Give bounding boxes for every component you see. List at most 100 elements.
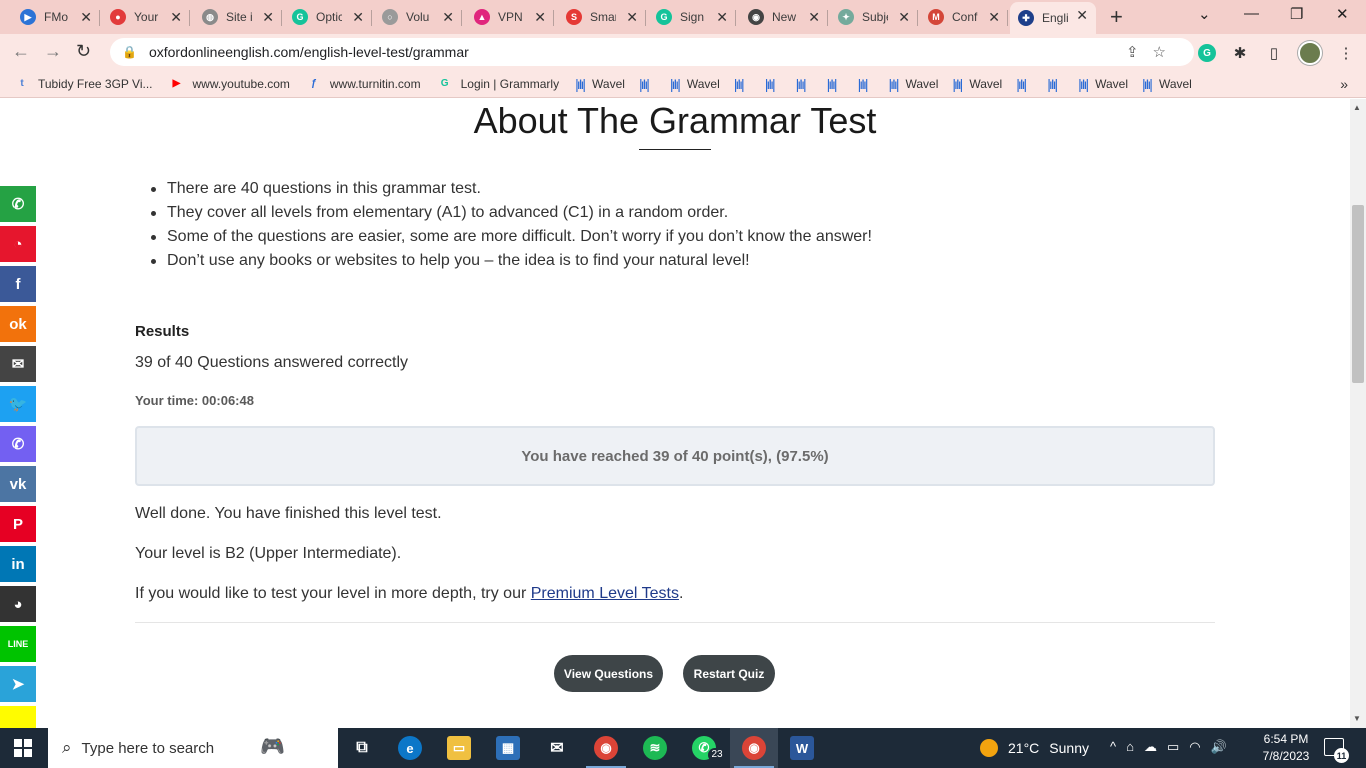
view-questions-button[interactable]: View Questions xyxy=(554,655,663,692)
close-tab-icon[interactable]: ✕ xyxy=(1076,7,1088,23)
spotify-icon[interactable]: ≋ xyxy=(643,736,667,760)
browser-tab[interactable]: ▶ FMo ✕ xyxy=(12,4,100,30)
close-tab-icon[interactable]: ✕ xyxy=(170,9,182,25)
edge-icon[interactable]: e xyxy=(398,736,422,760)
bookmark-wavel[interactable]: |ıIı| xyxy=(827,76,844,92)
close-tab-icon[interactable]: ✕ xyxy=(80,9,92,25)
snapchat-share-icon[interactable] xyxy=(0,706,36,728)
twitter-share-icon[interactable]: 🐦 xyxy=(0,386,36,422)
windows-start-icon[interactable] xyxy=(14,739,32,757)
telegram-share-icon[interactable]: ➤ xyxy=(0,666,36,702)
close-tab-icon[interactable]: ✕ xyxy=(262,9,274,25)
bookmark-wavel[interactable]: |ıIı| xyxy=(734,76,751,92)
bookmark-wavel[interactable]: |ıIı| Wavel xyxy=(1078,76,1128,92)
maximize-icon[interactable]: ❐ xyxy=(1290,5,1303,23)
bookmark-item[interactable]: t Tubidy Free 3GP Vi... xyxy=(14,76,152,92)
minimize-icon[interactable]: — xyxy=(1244,5,1259,22)
close-tab-icon[interactable]: ✕ xyxy=(898,9,910,25)
whatsapp-share-icon[interactable]: ✆ xyxy=(0,186,36,222)
line-share-icon[interactable]: LINE xyxy=(0,626,36,662)
new-tab-button[interactable]: + xyxy=(1110,6,1123,28)
weibo-share-icon[interactable]: ◔ xyxy=(0,226,36,262)
odnoklassniki-share-icon[interactable]: ok xyxy=(0,306,36,342)
menu-icon[interactable]: ⋮ xyxy=(1336,43,1356,63)
file-explorer-icon[interactable]: ▭ xyxy=(447,736,471,760)
viber-share-icon[interactable]: ✆ xyxy=(0,426,36,462)
profile-avatar[interactable] xyxy=(1298,41,1322,65)
facebook-share-icon[interactable]: f xyxy=(0,266,36,302)
windows-taskbar: ⌕ Type here to search 🎮 ⧉ e ▭ ▦ ✉ ◉ ≋ ✆ … xyxy=(0,728,1366,768)
side-panel-icon[interactable]: ▯ xyxy=(1264,43,1284,63)
browser-tab[interactable]: G Optic ✕ xyxy=(284,4,372,30)
bookmark-item[interactable]: ▶ www.youtube.com xyxy=(169,76,290,92)
bookmark-wavel[interactable]: |ıIı| xyxy=(765,76,782,92)
address-bar[interactable]: 🔒 oxfordonlineenglish.com/english-level-… xyxy=(110,38,1194,66)
browser-tab[interactable]: ● Your ✕ xyxy=(102,4,190,30)
weather-widget[interactable]: 21°C Sunny xyxy=(980,739,1089,757)
close-tab-icon[interactable]: ✕ xyxy=(534,9,546,25)
scrollbar-thumb[interactable] xyxy=(1352,205,1364,383)
close-tab-icon[interactable]: ✕ xyxy=(626,9,638,25)
scroll-down-icon[interactable]: ▼ xyxy=(1353,714,1361,723)
lock-icon[interactable]: 🔒 xyxy=(122,45,137,59)
pinterest-share-icon[interactable]: P xyxy=(0,506,36,542)
bookmark-wavel[interactable]: |ıIı| Wavel xyxy=(889,76,939,92)
browser-tab[interactable]: ▲ VPN ✕ xyxy=(466,4,554,30)
bookmark-wavel[interactable]: |ıIı| xyxy=(858,76,875,92)
close-tab-icon[interactable]: ✕ xyxy=(352,9,364,25)
browser-tab[interactable]: ✦ Subje ✕ xyxy=(830,4,918,30)
browser-tab[interactable]: ✚ Engli ✕ xyxy=(1010,2,1096,34)
browser-tab[interactable]: S Smar ✕ xyxy=(558,4,646,30)
word-icon[interactable]: W xyxy=(790,736,814,760)
tab-separator xyxy=(553,10,554,26)
system-tray-icons[interactable]: ^⌂☁▭◠🔊 xyxy=(1110,739,1237,755)
linkedin-share-icon[interactable]: in xyxy=(0,546,36,582)
wavel-icon: |ıIı| xyxy=(888,75,900,92)
system-clock[interactable]: 6:54 PM 7/8/2023 xyxy=(1256,731,1316,765)
close-tab-icon[interactable]: ✕ xyxy=(988,9,1000,25)
close-window-icon[interactable]: ✕ xyxy=(1336,5,1349,23)
email-share-icon[interactable]: ✉ xyxy=(0,346,36,382)
bookmark-wavel[interactable]: |ıIı| Wavel xyxy=(1142,76,1192,92)
browser-tab[interactable]: ○ Volu ✕ xyxy=(374,4,462,30)
reload-icon[interactable]: ↻ xyxy=(76,42,91,60)
tab-search-icon[interactable]: ⌄ xyxy=(1198,5,1211,23)
bookmark-item[interactable]: ƒ www.turnitin.com xyxy=(306,76,420,92)
task-view-icon[interactable]: ⧉ xyxy=(350,736,374,760)
taskbar-search-box[interactable]: ⌕ Type here to search 🎮 xyxy=(48,728,338,768)
vk-share-icon[interactable]: vk xyxy=(0,466,36,502)
reddit-share-icon[interactable]: ◕ xyxy=(0,586,36,622)
microsoft-store-icon[interactable]: ▦ xyxy=(496,736,520,760)
tab-separator xyxy=(189,10,190,26)
browser-tab[interactable]: ◍ Site i ✕ xyxy=(194,4,282,30)
browser-tab[interactable]: G Sign ✕ xyxy=(648,4,736,30)
grammarly-extension-icon[interactable]: G xyxy=(1198,44,1216,62)
forward-icon[interactable]: → xyxy=(44,42,62,60)
url-text[interactable]: oxfordonlineenglish.com/english-level-te… xyxy=(149,44,469,60)
bookmarks-overflow-icon[interactable]: » xyxy=(1340,76,1348,92)
browser-tab[interactable]: M Conf ✕ xyxy=(920,4,1008,30)
restart-quiz-button[interactable]: Restart Quiz xyxy=(683,655,775,692)
premium-level-tests-link[interactable]: Premium Level Tests xyxy=(531,585,679,602)
share-bookmark-icons[interactable]: ⇪☆ xyxy=(1126,43,1180,61)
bookmark-wavel[interactable]: |ıIı| xyxy=(796,76,813,92)
close-tab-icon[interactable]: ✕ xyxy=(808,9,820,25)
close-tab-icon[interactable]: ✕ xyxy=(716,9,728,25)
bookmark-wavel[interactable]: |ıIı| xyxy=(639,76,656,92)
scrollbar-track[interactable] xyxy=(1350,99,1366,728)
bookmark-wavel[interactable]: |ıIı| xyxy=(1047,76,1064,92)
bookmark-wavel[interactable]: |ıIı| Wavel xyxy=(575,76,625,92)
close-tab-icon[interactable]: ✕ xyxy=(442,9,454,25)
chrome-icon[interactable]: ◉ xyxy=(594,736,618,760)
bookmark-wavel[interactable]: |ıIı| xyxy=(1016,76,1033,92)
bookmark-wavel[interactable]: |ıIı| Wavel xyxy=(670,76,720,92)
extensions-icon[interactable]: ✱ xyxy=(1230,43,1250,63)
browser-tab[interactable]: ◉ New ✕ xyxy=(740,4,828,30)
back-icon[interactable]: ← xyxy=(12,42,30,60)
chrome-active-icon[interactable]: ◉ xyxy=(742,736,766,760)
mail-icon[interactable]: ✉ xyxy=(545,736,569,760)
bookmark-wavel[interactable]: |ıIı| Wavel xyxy=(952,76,1002,92)
search-icon: ⌕ xyxy=(62,738,72,757)
scroll-up-icon[interactable]: ▲ xyxy=(1353,103,1361,112)
bookmark-item[interactable]: G Login | Grammarly xyxy=(437,76,559,92)
